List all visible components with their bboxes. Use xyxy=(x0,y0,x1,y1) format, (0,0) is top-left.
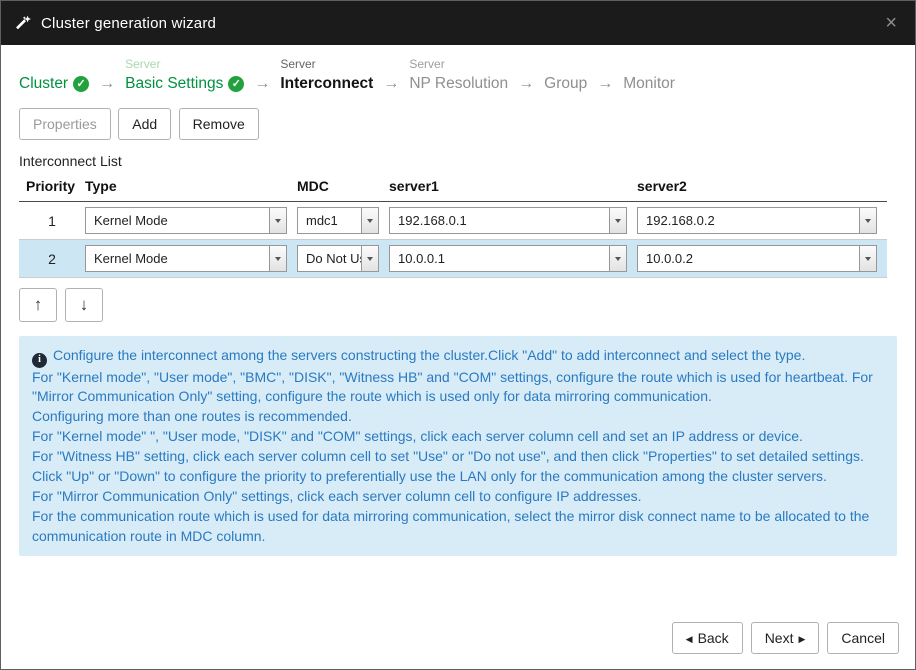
type-select[interactable]: Kernel Mode xyxy=(85,207,287,234)
info-line: Configuring more than one routes is reco… xyxy=(32,407,884,427)
info-line: For "Kernel mode", "User mode", "BMC", "… xyxy=(32,368,884,408)
step-interconnect[interactable]: Server Interconnect xyxy=(280,57,373,94)
step-sup-label: Server xyxy=(125,57,244,74)
wizard-steps: Cluster ✓ → Server Basic Settings ✓ → Se… xyxy=(1,45,915,100)
step-label: Basic Settings xyxy=(125,74,223,94)
chevron-down-icon[interactable] xyxy=(269,208,286,233)
step-sup-label xyxy=(623,57,675,74)
info-panel: i Configure the interconnect among the se… xyxy=(19,336,897,556)
header-type: Type xyxy=(85,178,297,194)
toolbar: Properties Add Remove xyxy=(1,100,915,144)
step-arrow-icon: → xyxy=(373,73,409,94)
step-arrow-icon: → xyxy=(244,73,280,94)
back-label: Back xyxy=(698,630,729,646)
title-bar: Cluster generation wizard × xyxy=(1,1,915,45)
server2-select[interactable]: 192.168.0.2 xyxy=(637,207,877,234)
step-sup-label xyxy=(544,57,587,74)
interconnect-table: Priority Type MDC server1 server2 1 Kern… xyxy=(19,175,887,278)
step-arrow-icon: → xyxy=(89,73,125,94)
cancel-button[interactable]: Cancel xyxy=(827,622,899,654)
step-group[interactable]: Group xyxy=(544,57,587,94)
add-button[interactable]: Add xyxy=(118,108,171,140)
step-label: Monitor xyxy=(623,74,675,94)
properties-button[interactable]: Properties xyxy=(19,108,111,140)
info-line: Click "Up" or "Down" to configure the pr… xyxy=(32,467,884,487)
step-cluster[interactable]: Cluster ✓ xyxy=(19,57,89,94)
chevron-down-icon[interactable] xyxy=(609,208,626,233)
step-label: Group xyxy=(544,74,587,94)
next-button[interactable]: Next ▶ xyxy=(751,622,820,654)
step-monitor[interactable]: Monitor xyxy=(623,57,675,94)
step-arrow-icon: → xyxy=(508,73,544,94)
info-line: i Configure the interconnect among the se… xyxy=(32,346,884,368)
step-label: Interconnect xyxy=(280,74,373,94)
step-np-resolution[interactable]: Server NP Resolution xyxy=(409,57,508,94)
info-text: Configure the interconnect among the ser… xyxy=(53,347,805,363)
priority-cell: 2 xyxy=(19,251,85,267)
step-sup-label xyxy=(19,57,89,74)
next-label: Next xyxy=(765,630,794,646)
info-line: For the communication route which is use… xyxy=(32,507,884,547)
footer-buttons: ◀ Back Next ▶ Cancel xyxy=(1,610,915,669)
type-select[interactable]: Kernel Mode xyxy=(85,245,287,272)
reorder-controls: ↑ ↓ xyxy=(1,278,915,330)
chevron-down-icon[interactable] xyxy=(361,246,378,271)
cluster-generation-wizard-dialog: Cluster generation wizard × Cluster ✓ → … xyxy=(0,0,916,670)
chevron-down-icon[interactable] xyxy=(269,246,286,271)
step-sup-label: Server xyxy=(280,57,373,74)
server1-value: 10.0.0.1 xyxy=(390,251,609,266)
arrow-down-icon: ↓ xyxy=(80,295,89,315)
server2-select[interactable]: 10.0.0.2 xyxy=(637,245,877,272)
server1-select[interactable]: 10.0.0.1 xyxy=(389,245,627,272)
mdc-value: Do Not Use xyxy=(298,251,361,266)
check-icon: ✓ xyxy=(73,76,89,92)
step-label: NP Resolution xyxy=(409,74,508,94)
info-line: For "Mirror Communication Only" settings… xyxy=(32,487,884,507)
info-line: For "Witness HB" setting, click each ser… xyxy=(32,447,884,467)
back-arrow-icon: ◀ xyxy=(686,635,693,644)
server1-value: 192.168.0.1 xyxy=(390,213,609,228)
next-arrow-icon: ▶ xyxy=(798,635,805,644)
table-row[interactable]: 2 Kernel Mode Do Not Use 10.0.0.1 10.0.0… xyxy=(19,240,887,278)
type-value: Kernel Mode xyxy=(86,251,269,266)
info-line: For "Kernel mode" ", "User mode, "DISK" … xyxy=(32,427,884,447)
table-row[interactable]: 1 Kernel Mode mdc1 192.168.0.1 192.168.0… xyxy=(19,202,887,240)
step-arrow-icon: → xyxy=(587,73,623,94)
type-value: Kernel Mode xyxy=(86,213,269,228)
chevron-down-icon[interactable] xyxy=(859,208,876,233)
step-label: Cluster xyxy=(19,74,68,94)
step-sup-label: Server xyxy=(409,57,508,74)
mdc-select[interactable]: mdc1 xyxy=(297,207,379,234)
server1-select[interactable]: 192.168.0.1 xyxy=(389,207,627,234)
server2-value: 10.0.0.2 xyxy=(638,251,859,266)
remove-button[interactable]: Remove xyxy=(179,108,259,140)
step-basic-settings[interactable]: Server Basic Settings ✓ xyxy=(125,57,244,94)
mdc-select[interactable]: Do Not Use xyxy=(297,245,379,272)
header-server2: server2 xyxy=(637,178,887,194)
check-icon: ✓ xyxy=(228,76,244,92)
header-server1: server1 xyxy=(389,178,637,194)
move-down-button[interactable]: ↓ xyxy=(65,288,103,322)
back-button[interactable]: ◀ Back xyxy=(672,622,743,654)
header-priority: Priority xyxy=(19,178,85,194)
cancel-label: Cancel xyxy=(841,630,885,646)
move-up-button[interactable]: ↑ xyxy=(19,288,57,322)
chevron-down-icon[interactable] xyxy=(609,246,626,271)
chevron-down-icon[interactable] xyxy=(859,246,876,271)
mdc-value: mdc1 xyxy=(298,213,361,228)
priority-cell: 1 xyxy=(19,213,85,229)
window-title: Cluster generation wizard xyxy=(41,15,216,32)
header-mdc: MDC xyxy=(297,178,389,194)
wand-icon xyxy=(15,15,32,32)
interconnect-list-title: Interconnect List xyxy=(1,144,915,175)
server2-value: 192.168.0.2 xyxy=(638,213,859,228)
table-header: Priority Type MDC server1 server2 xyxy=(19,175,887,202)
chevron-down-icon[interactable] xyxy=(361,208,378,233)
close-icon[interactable]: × xyxy=(881,11,901,35)
info-icon: i xyxy=(32,353,47,368)
arrow-up-icon: ↑ xyxy=(34,295,43,315)
